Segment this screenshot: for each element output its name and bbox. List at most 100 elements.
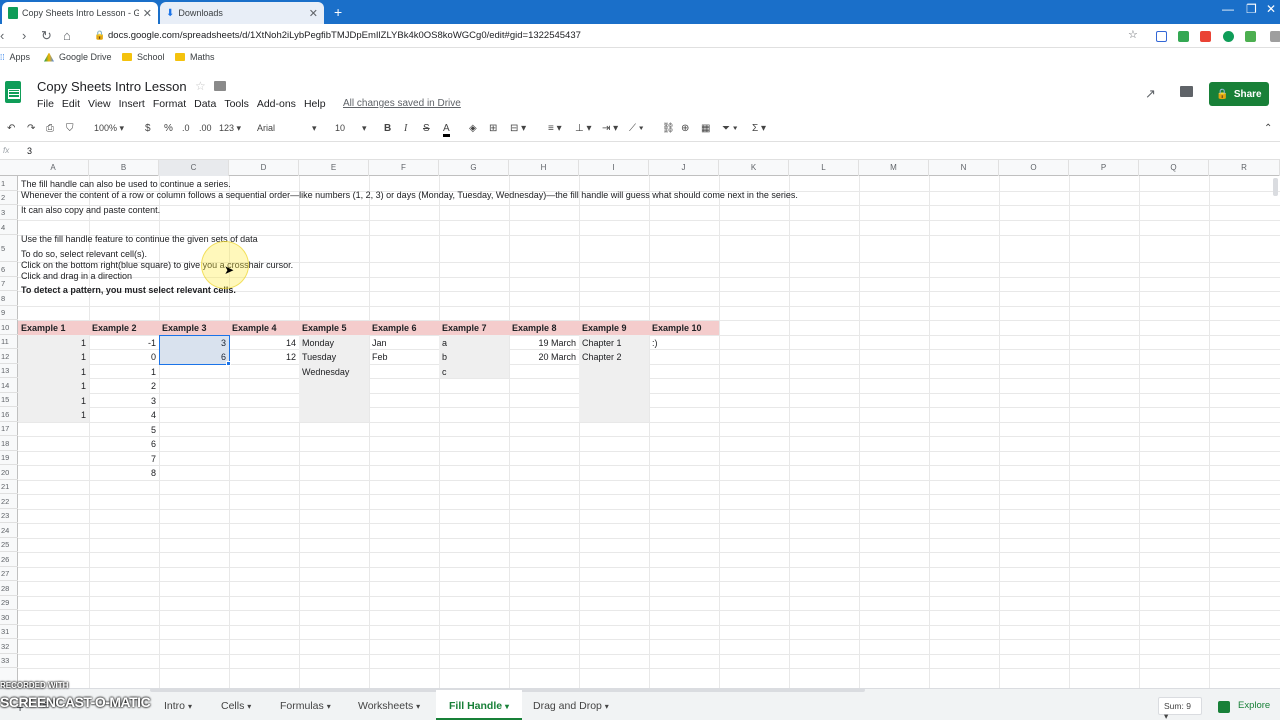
row-header-12[interactable]: 12 [0,349,18,364]
example-6-cell[interactable]: Feb [372,350,436,364]
sum-indicator[interactable]: Sum: 9 ▾ [1158,697,1202,721]
example-header-9[interactable]: Example 9 [579,321,649,335]
sheet-tab-drag-and-drop[interactable]: Drag and Drop ▾ [533,700,609,712]
menu-edit[interactable]: Edit [62,98,80,110]
comments-icon[interactable] [1180,86,1193,97]
menu-data[interactable]: Data [194,98,216,110]
example-4-cell[interactable]: 14 [232,336,296,350]
row-header-7[interactable]: 7 [0,277,18,291]
row-header-19[interactable]: 19 [0,451,18,465]
example-5-cell[interactable]: Wednesday [302,365,366,379]
text-color-button[interactable]: A [443,123,450,137]
example-2-cell[interactable]: 5 [92,423,156,437]
example-10-cell[interactable]: :) [652,336,716,350]
menu-help[interactable]: Help [304,98,326,110]
row-header-14[interactable]: 14 [0,378,18,393]
row-header-17[interactable]: 17 [0,422,18,436]
sheet-tab-worksheets[interactable]: Worksheets ▾ [358,700,420,712]
row-header-31[interactable]: 31 [0,625,18,639]
example-2-cell[interactable]: 2 [92,379,156,393]
column-header-c[interactable]: C [159,160,229,176]
example-8-cell[interactable]: 20 March [512,350,576,364]
example-header-10[interactable]: Example 10 [649,321,719,335]
column-header-a[interactable]: A [18,160,89,176]
example-7-cell[interactable]: c [442,365,506,379]
extension-icon[interactable] [1156,31,1167,42]
undo-icon[interactable]: ↶ [7,123,15,134]
borders-icon[interactable]: ⊞ [489,123,497,134]
zoom-select[interactable]: 100% ▾ [94,123,124,134]
column-header-i[interactable]: I [579,160,649,176]
row-header-10[interactable]: 10 [0,320,18,335]
close-tab-icon[interactable]: ✕ [143,7,152,20]
insert-link-icon[interactable]: ⛓ [662,123,675,134]
minimize-icon[interactable]: — [1222,2,1234,16]
share-button[interactable]: 🔒 Share [1209,82,1269,106]
example-8-cell[interactable]: 19 March [512,336,576,350]
save-status[interactable]: All changes saved in Drive [343,98,461,109]
strikethrough-button[interactable]: S [423,123,430,134]
sheet-tab-intro[interactable]: Intro ▾ [164,700,192,712]
row-header-8[interactable]: 8 [0,291,18,306]
example-2-cell[interactable]: 4 [92,408,156,422]
format-percent-button[interactable]: % [164,123,173,134]
column-header-e[interactable]: E [299,160,369,176]
format-currency-button[interactable]: $ [145,123,151,134]
print-icon[interactable]: ⎙ [46,123,54,134]
merge-cells-icon[interactable]: ⊟ ▾ [510,123,526,134]
cell-a2[interactable]: It can also copy and paste content. [21,203,160,217]
spreadsheet-grid[interactable]: ABCDEFGHIJKLMNOPQR 1 2 3 4 5 6 7 8 9 10 11 12 13 14 15… [0,160,1280,688]
example-header-4[interactable]: Example 4 [229,321,299,335]
paint-format-icon[interactable]: ⛉ [66,123,74,134]
horizontal-align-icon[interactable]: ≡ ▾ [548,123,562,134]
example-4-cell[interactable]: 12 [232,350,296,364]
row-header-26[interactable]: 26 [0,552,18,567]
sheet-tab-cells[interactable]: Cells ▾ [221,700,251,712]
forward-icon[interactable]: › [22,28,26,43]
example-2-cell[interactable]: 8 [92,466,156,480]
example-2-cell[interactable]: 3 [92,394,156,408]
extension-icon[interactable] [1178,31,1189,42]
row-header-5[interactable]: 5 [0,235,18,262]
example-1-cell[interactable]: 1 [21,408,86,422]
back-icon[interactable]: ‹ [0,28,4,43]
row-header-18[interactable]: 18 [0,436,18,451]
insert-comment-icon[interactable]: ⊕ [681,123,689,134]
vertical-scrollbar[interactable] [1273,178,1278,196]
sheet-tab-formulas[interactable]: Formulas ▾ [280,700,331,712]
cell-a1-line2[interactable]: Whenever the content of a row or column … [21,188,798,202]
example-2-cell[interactable]: 1 [92,365,156,379]
example-7-cell[interactable]: a [442,336,506,350]
fill-color-icon[interactable]: ◈ [469,123,477,134]
bookmark-google-drive[interactable]: Google Drive [44,52,112,62]
font-size-select[interactable]: 10 ▾ [335,123,370,133]
bookmark-maths[interactable]: Maths [175,52,215,62]
row-header-9[interactable]: 9 [0,306,18,320]
row-header-25[interactable]: 25 [0,538,18,552]
row-header-15[interactable]: 15 [0,393,18,407]
column-header-n[interactable]: N [929,160,999,176]
selection-range[interactable] [159,335,230,365]
example-2-cell[interactable]: 6 [92,437,156,451]
column-header-d[interactable]: D [229,160,299,176]
column-header-m[interactable]: M [859,160,929,176]
row-header-32[interactable]: 32 [0,639,18,654]
url-field[interactable]: docs.google.com/spreadsheets/d/1XtNoh2iL… [108,30,581,41]
example-header-5[interactable]: Example 5 [299,321,369,335]
explore-button[interactable]: Explore [1238,700,1270,711]
column-header-p[interactable]: P [1069,160,1139,176]
formula-input[interactable]: 3 [27,146,32,156]
example-1-cell[interactable]: 1 [21,350,86,364]
row-header-22[interactable]: 22 [0,494,18,509]
vertical-align-icon[interactable]: ⊥ ▾ [575,123,592,134]
row-header-13[interactable]: 13 [0,364,18,378]
example-header-6[interactable]: Example 6 [369,321,439,335]
example-1-cell[interactable]: 1 [21,336,86,350]
collapse-toolbar-icon[interactable]: ⌃ [1264,123,1272,134]
column-header-l[interactable]: L [789,160,859,176]
column-header-k[interactable]: K [719,160,789,176]
row-header-6[interactable]: 6 [0,262,18,277]
move-to-folder-icon[interactable] [214,81,226,91]
new-tab-icon[interactable]: + [334,4,342,20]
cell-a5-line3[interactable]: Click and drag in a direction [21,269,132,283]
